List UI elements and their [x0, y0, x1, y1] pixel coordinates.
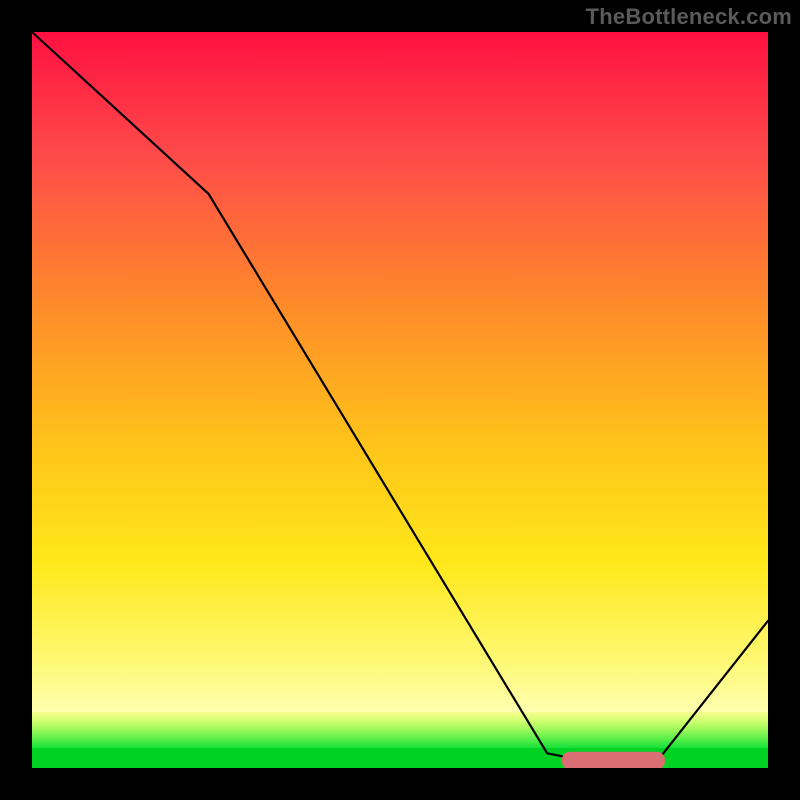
curve-marker — [562, 752, 665, 770]
chart-stage: TheBottleneck.com — [0, 0, 800, 800]
plot-background — [32, 32, 768, 768]
bottleneck-chart — [0, 0, 800, 800]
watermark-label: TheBottleneck.com — [586, 4, 792, 30]
